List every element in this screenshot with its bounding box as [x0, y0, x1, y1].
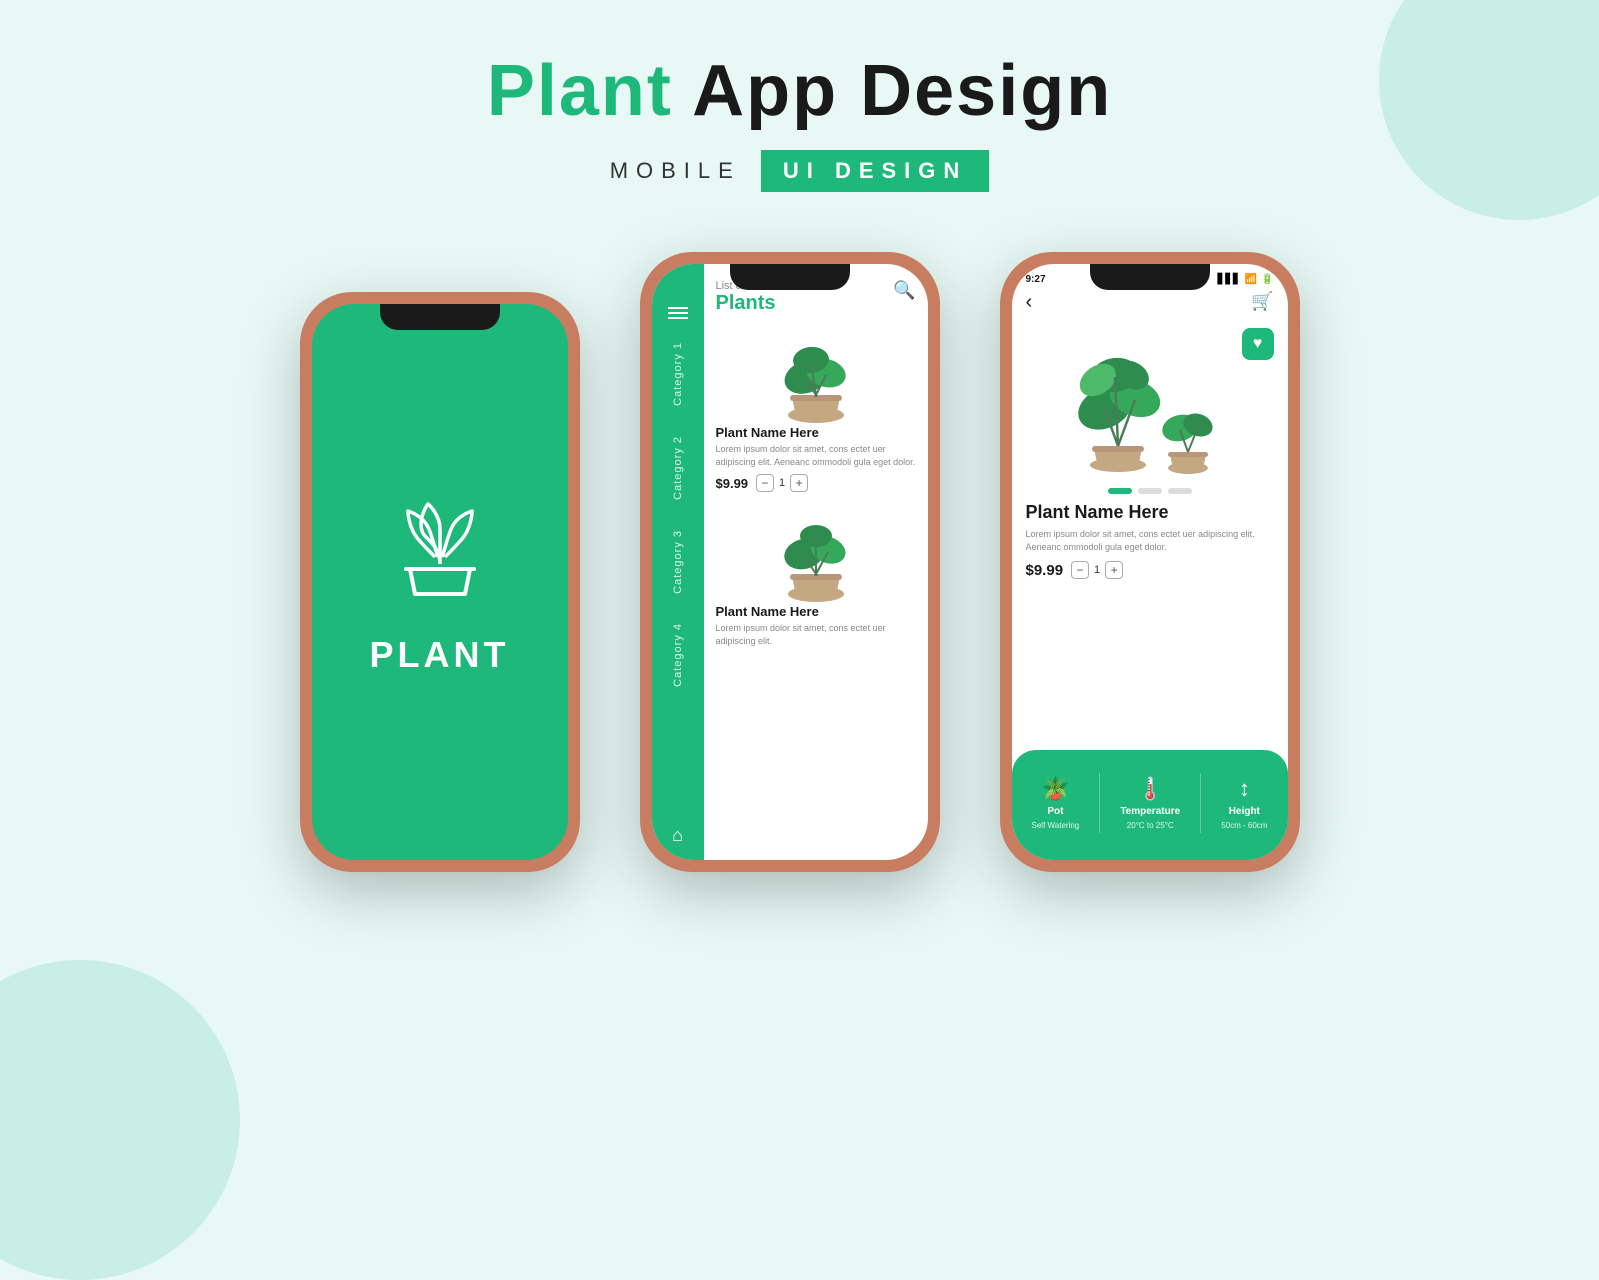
phone1-frame: PLANT: [300, 292, 580, 872]
detail-bottom-bar: 🪴 Pot Self Watering 🌡️ Temperature 20°C …: [1012, 750, 1288, 860]
bg-circle-top-right: [1379, 0, 1599, 220]
plant-image-2: [746, 504, 886, 604]
dot-3[interactable]: [1168, 488, 1192, 494]
sidebar-cat-2[interactable]: Category 2: [672, 436, 684, 500]
notch2: [730, 264, 850, 290]
wifi-icon: 📶: [1245, 274, 1257, 285]
subtitle-mobile: MOBILE: [610, 158, 741, 184]
sidebar-cat-4[interactable]: Category 4: [672, 623, 684, 687]
plant-name-2: Plant Name Here: [716, 604, 916, 619]
plant-desc-1: Lorem ipsum dolor sit amet, cons ectet u…: [716, 443, 916, 468]
header: Plant App Design MOBILE UI DESIGN: [487, 50, 1112, 192]
cart-icon[interactable]: 🛒: [1251, 291, 1273, 314]
temperature-icon: 🌡️: [1137, 776, 1164, 802]
phone-list: Category 1 Category 2 Category 3 Categor…: [640, 252, 940, 872]
height-icon: ↕: [1239, 776, 1250, 802]
menu-icon[interactable]: [668, 304, 688, 322]
phone3-frame: 9:27 ▋▋▋ 📶 🔋 ‹ 🛒: [1000, 252, 1300, 872]
detail-plant-name: Plant Name Here: [1026, 502, 1274, 523]
detail-plant-image: [1040, 320, 1260, 480]
sidebar-categories: Category 1 Category 2 Category 3 Categor…: [672, 342, 684, 825]
plant-item-1: Plant Name Here Lorem ipsum dolor sit am…: [716, 325, 916, 492]
notch3: [1090, 264, 1210, 290]
list-title: Plants: [716, 292, 776, 315]
plant-desc-2: Lorem ipsum dolor sit amet, cons ectet u…: [716, 622, 916, 647]
qty-num-1: 1: [779, 477, 785, 489]
detail-content: Plant Name Here Lorem ipsum dolor sit am…: [1012, 502, 1288, 579]
dot-1[interactable]: [1108, 488, 1132, 494]
detail-qty-minus[interactable]: −: [1071, 561, 1089, 579]
phone3-screen: 9:27 ▋▋▋ 📶 🔋 ‹ 🛒: [1012, 264, 1288, 860]
detail-qty-plus[interactable]: +: [1105, 561, 1123, 579]
sidebar: Category 1 Category 2 Category 3 Categor…: [652, 264, 704, 860]
phone2-screen: Category 1 Category 2 Category 3 Categor…: [652, 264, 928, 860]
subtitle-row: MOBILE UI DESIGN: [487, 150, 1112, 192]
plant-price-1: $9.99: [716, 476, 749, 491]
height-sub: 50cm - 60cm: [1221, 821, 1267, 830]
pot-icon: 🪴: [1042, 776, 1069, 802]
favorite-button[interactable]: ♥: [1242, 328, 1274, 360]
notch1: [380, 304, 500, 330]
phone1-screen: PLANT: [312, 304, 568, 860]
detail-nav: ‹ 🛒: [1012, 285, 1288, 320]
home-icon[interactable]: ⌂: [672, 825, 683, 846]
carousel-dots: [1012, 488, 1288, 494]
plant-name-1: Plant Name Here: [716, 425, 916, 440]
plant-price-row-1: $9.99 − 1 +: [716, 474, 916, 492]
detail-qty-control: − 1 +: [1071, 561, 1123, 579]
status-icons: ▋▋▋ 📶 🔋: [1218, 274, 1274, 285]
info-pot: 🪴 Pot Self Watering: [1032, 776, 1080, 830]
detail-qty-num: 1: [1094, 564, 1100, 576]
info-temperature: 🌡️ Temperature 20°C to 25°C: [1120, 776, 1180, 830]
sidebar-cat-3[interactable]: Category 3: [672, 530, 684, 594]
back-button[interactable]: ‹: [1026, 291, 1033, 314]
phone2-frame: Category 1 Category 2 Category 3 Categor…: [640, 252, 940, 872]
height-label: Height: [1229, 806, 1260, 817]
phone-splash: PLANT: [300, 292, 580, 872]
signal-icon: ▋▋▋: [1218, 274, 1241, 285]
sidebar-cat-1[interactable]: Category 1: [672, 342, 684, 406]
divider-2: [1200, 773, 1201, 833]
info-height: ↕ Height 50cm - 60cm: [1221, 776, 1267, 830]
qty-plus-1[interactable]: +: [790, 474, 808, 492]
bg-circle-bottom-left: [0, 960, 240, 1280]
plant-image-1: [746, 325, 886, 425]
phone-detail: 9:27 ▋▋▋ 📶 🔋 ‹ 🛒: [1000, 252, 1300, 872]
list-content: List of Plants 🔍: [704, 264, 928, 860]
qty-minus-1[interactable]: −: [756, 474, 774, 492]
phones-row: PLANT Category 1 Category 2 Ca: [300, 252, 1300, 872]
splash-text: PLANT: [370, 634, 510, 676]
detail-image-container: ♥: [1012, 320, 1288, 480]
detail-plant-desc: Lorem ipsum dolor sit amet, cons ectet u…: [1026, 528, 1274, 553]
qty-control-1: − 1 +: [756, 474, 808, 492]
pot-sub: Self Watering: [1032, 821, 1080, 830]
dot-2[interactable]: [1138, 488, 1162, 494]
temperature-sub: 20°C to 25°C: [1127, 821, 1174, 830]
battery-icon: 🔋: [1261, 274, 1273, 285]
search-icon[interactable]: 🔍: [893, 280, 915, 301]
subtitle-ui: UI DESIGN: [761, 150, 989, 192]
title-green: Plant: [487, 51, 673, 131]
pot-label: Pot: [1047, 806, 1063, 817]
divider-1: [1099, 773, 1100, 833]
title-black: App Design: [673, 51, 1112, 131]
plant-item-2: Plant Name Here Lorem ipsum dolor sit am…: [716, 504, 916, 647]
detail-price: $9.99: [1026, 562, 1064, 579]
splash-icon: [380, 489, 500, 614]
status-time: 9:27: [1026, 274, 1046, 285]
temperature-label: Temperature: [1120, 806, 1180, 817]
detail-price-row: $9.99 − 1 +: [1026, 561, 1274, 579]
page-title: Plant App Design: [487, 50, 1112, 132]
